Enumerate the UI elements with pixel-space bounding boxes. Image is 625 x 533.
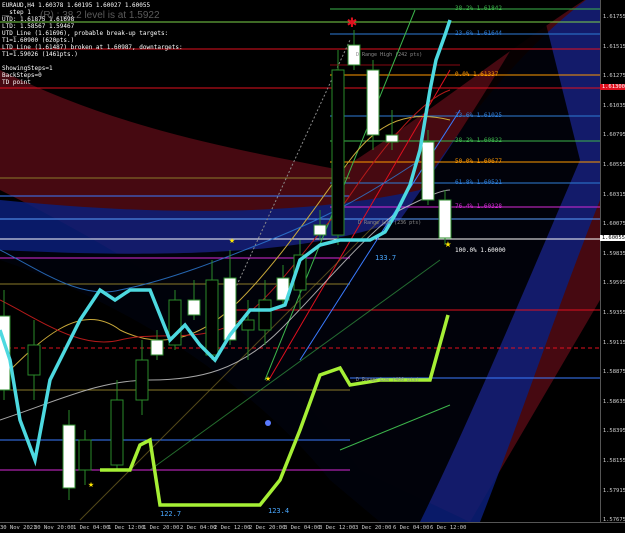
value-label: 133.7 [375,254,397,262]
svg-text:★: ★ [265,375,271,383]
time-axis-label: 3 Dec 12:00 [319,525,356,531]
svg-text:★: ★ [444,240,451,249]
fib-label: 0.0% 1.61337 [455,71,499,78]
blue-dot-marker [265,420,271,426]
time-axis[interactable]: 30 Nov 2021 30 Nov 20:00 1 Dec 04:00 1 Dec … [0,522,625,533]
price-axis-label: 1.61275 [602,73,625,80]
candle-body [78,439,92,471]
info-line: UTD: 1.61875 1.61698 [2,16,75,23]
price-axis-label: 1.59355 [602,310,625,316]
fib-label: 23.6% 1.61025 [455,112,502,119]
info-line: LTD: 1.58567 1.59467 [2,23,75,30]
info-panel: EURAUD,H4 1.60378 1.60195 1.60027 1.6005… [2,2,183,86]
svg-text:★: ★ [229,237,235,245]
value-label: 123.4 [268,507,290,515]
info-line: UTD_Line (1.61696), probable break-up ta… [2,30,169,37]
info-line: ShowingSteps=1 [2,65,53,72]
time-axis-label: 3 Dec 20:00 [355,525,392,531]
info-line: LTD_Line (1.61487) broken at 1.60987, do… [2,44,183,51]
info-line: BackSteps=0 [2,72,42,79]
time-axis-label: 2 Dec 12:00 [214,525,251,531]
range-low-label: D Range Low (400 pts) [356,377,420,383]
svg-text:★: ★ [88,481,94,489]
info-line: T1=1.60900 (620pts.) [2,37,75,44]
price-tag-current: 1.60055 [600,235,625,241]
range-high-label: D Range High (242 pts) [356,52,423,58]
range-mid-label: D Range Low (236 pts) [358,220,422,226]
svg-text:✱: ✱ [347,16,358,31]
candle-body [258,299,272,331]
price-tag-red: 1.61300 [600,84,625,90]
fib-label: 61.8% 1.60521 [455,179,502,186]
price-axis-label: 1.58395 [602,428,625,435]
candle-body [313,224,327,236]
candle-body [438,199,452,239]
candle-body [421,141,435,201]
price-axis-label: 1.58875 [602,369,625,376]
fib-label: 50.0% 1.60677 [455,158,502,165]
info-line [2,58,183,65]
time-axis-label: 2 Dec 20:00 [249,525,286,531]
fib-label: 100.0% 1.60000 [455,247,506,254]
info-line: __step 1 [2,9,31,16]
red-star-icon: ✱ [347,16,358,31]
time-axis-label: 1 Dec 12:00 [108,525,145,531]
time-axis-label: 1 Dec 20:00 [143,525,180,531]
time-axis-label: 2 Dec 04:00 [180,525,217,531]
price-axis-label: 1.58155 [602,458,625,464]
fib-label: 23.6% 1.61644 [455,30,502,37]
price-axis-label: 1.59835 [602,250,625,257]
time-axis-label: 30 Nov 2021 [0,525,37,531]
price-axis-label: 1.61035 [602,102,625,109]
chart-title: EURAUD,H4 1.60378 1.60195 1.60027 1.6005… [2,2,151,9]
time-axis-label: 1 Dec 04:00 [73,525,110,531]
price-axis-label: 1.58635 [602,398,625,405]
time-axis-label: 3 Dec 04:00 [284,525,321,531]
price-axis-label: 1.59115 [602,339,625,346]
info-line: T1=1.59026 (1461pts.) [2,51,78,58]
time-axis-label: 6 Dec 12:00 [430,525,467,531]
info-line: TD point [2,79,31,86]
price-axis-label: 1.60555 [602,162,625,168]
candle-body [366,69,380,136]
price-axis-label: 1.57915 [602,487,625,494]
price-axis-label: 1.60315 [602,191,625,198]
candle-body [205,279,219,356]
value-label: 122.7 [160,510,182,518]
price-axis[interactable]: 1.61755 1.61515 1.61275 1.61035 1.60795 1.605… [600,0,625,523]
fib-label: 38.2% 1.60832 [455,137,502,144]
fib-label: 76.4% 1.60328 [455,203,502,210]
candle-body [331,69,345,236]
candle-body [62,424,76,489]
price-axis-label: 1.60075 [602,221,625,228]
chart-window[interactable]: ✱ ★ ★ ★ ★ (R) : 38.2 level is at 1.5922 … [0,0,625,533]
candle-body [241,319,255,331]
time-axis-label: 6 Dec 04:00 [393,525,430,531]
price-axis-label: 1.61755 [602,14,625,20]
candle-body [135,359,149,401]
time-axis-label: 30 Nov 20:00 [34,525,74,531]
candle-body [187,299,201,316]
candle-body [150,339,164,356]
candle-body [110,399,124,466]
price-axis-label: 1.60795 [602,132,625,139]
candle-body [385,134,399,143]
fib-label: 38.2% 1.61842 [455,5,502,12]
price-axis-label: 1.61515 [602,43,625,50]
candle-body [27,344,41,376]
price-axis-label: 1.59595 [602,280,625,287]
